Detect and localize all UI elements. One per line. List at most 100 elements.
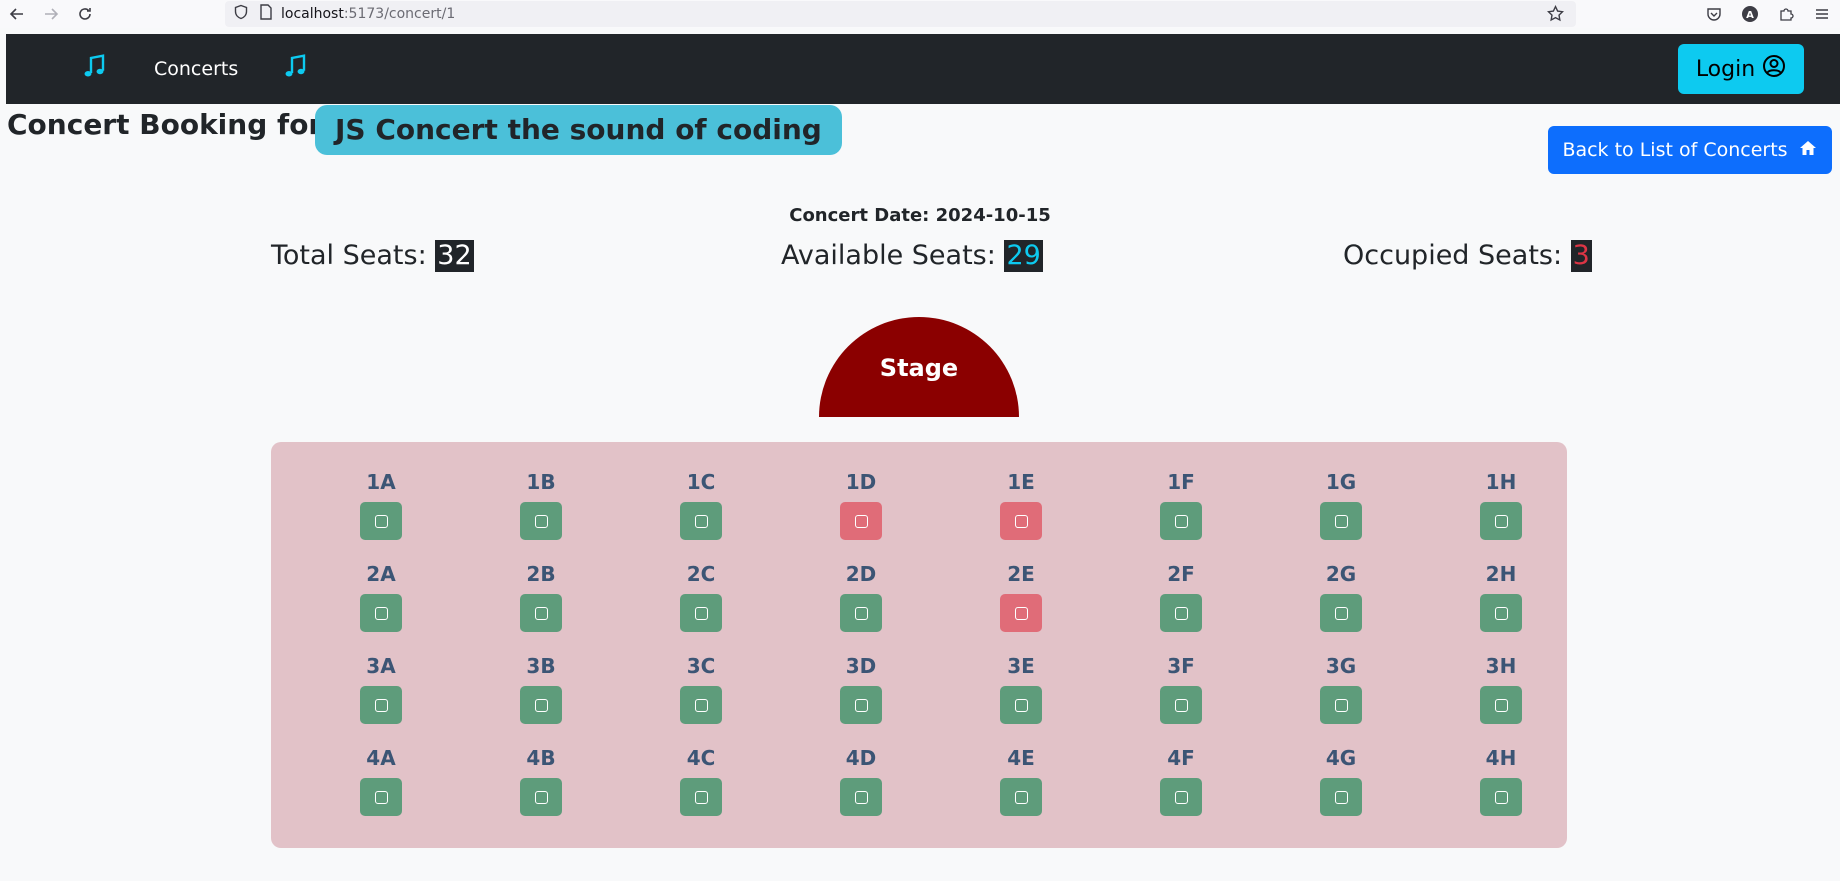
available-seats-label: Available Seats: bbox=[781, 240, 996, 271]
address-bar[interactable]: localhost:5173/concert/1 bbox=[225, 1, 1576, 27]
occupied-seat-button[interactable] bbox=[1000, 594, 1042, 632]
seat-2c: 2C bbox=[621, 560, 781, 652]
available-seat-button[interactable] bbox=[680, 778, 722, 816]
music-note-icon[interactable] bbox=[82, 53, 106, 85]
menu-hamburger-icon[interactable] bbox=[1804, 0, 1840, 28]
available-seat-button[interactable] bbox=[520, 594, 562, 632]
seat-1f: 1F bbox=[1101, 468, 1261, 560]
available-seat-button[interactable] bbox=[1480, 778, 1522, 816]
login-button[interactable]: Login bbox=[1678, 44, 1804, 94]
square-icon bbox=[374, 514, 388, 528]
seat-2h: 2H bbox=[1421, 560, 1581, 652]
seat-label: 4G bbox=[1325, 746, 1357, 770]
available-seat-button[interactable] bbox=[680, 502, 722, 540]
seat-label: 3E bbox=[1007, 654, 1035, 678]
seat-label: 4H bbox=[1485, 746, 1517, 770]
square-icon bbox=[534, 514, 548, 528]
seat-label: 1E bbox=[1007, 470, 1035, 494]
seat-2e: 2E bbox=[941, 560, 1101, 652]
seat-4f: 4F bbox=[1101, 744, 1261, 836]
available-seat-button[interactable] bbox=[1320, 686, 1362, 724]
seat-label: 1H bbox=[1485, 470, 1517, 494]
url-host: localhost bbox=[281, 6, 344, 22]
seat-3g: 3G bbox=[1261, 652, 1421, 744]
square-icon bbox=[1334, 790, 1348, 804]
nav-link-concerts[interactable]: Concerts bbox=[154, 58, 238, 80]
seat-label: 1A bbox=[366, 470, 396, 494]
available-seat-button[interactable] bbox=[360, 686, 402, 724]
seat-label: 3A bbox=[366, 654, 396, 678]
seat-3e: 3E bbox=[941, 652, 1101, 744]
square-icon bbox=[694, 606, 708, 620]
seat-label: 3F bbox=[1167, 654, 1195, 678]
available-seat-button[interactable] bbox=[840, 686, 882, 724]
available-seat-button[interactable] bbox=[520, 686, 562, 724]
seat-label: 2E bbox=[1007, 562, 1035, 586]
seat-3d: 3D bbox=[781, 652, 941, 744]
back-to-concerts-button[interactable]: Back to List of Concerts bbox=[1548, 126, 1832, 174]
seat-label: 4A bbox=[366, 746, 396, 770]
seat-1g: 1G bbox=[1261, 468, 1421, 560]
seat-label: 1D bbox=[845, 470, 877, 494]
stage: Stage bbox=[819, 317, 1019, 417]
seat-1h: 1H bbox=[1421, 468, 1581, 560]
occupied-seat-button[interactable] bbox=[1000, 502, 1042, 540]
app-navbar: Concerts Login bbox=[6, 34, 1840, 104]
square-icon bbox=[1334, 606, 1348, 620]
square-icon bbox=[694, 790, 708, 804]
available-seat-button[interactable] bbox=[680, 686, 722, 724]
forward-arrow-icon[interactable] bbox=[34, 0, 68, 28]
seat-4g: 4G bbox=[1261, 744, 1421, 836]
square-icon bbox=[1014, 606, 1028, 620]
square-icon bbox=[1014, 698, 1028, 712]
pocket-icon[interactable] bbox=[1696, 0, 1732, 28]
available-seat-button[interactable] bbox=[1480, 686, 1522, 724]
available-seat-button[interactable] bbox=[680, 594, 722, 632]
available-seat-button[interactable] bbox=[520, 502, 562, 540]
reload-icon[interactable] bbox=[68, 0, 102, 28]
seat-label: 2B bbox=[526, 562, 556, 586]
square-icon bbox=[1174, 606, 1188, 620]
available-seat-button[interactable] bbox=[840, 778, 882, 816]
square-icon bbox=[374, 606, 388, 620]
seat-label: 3D bbox=[845, 654, 877, 678]
seat-label: 3G bbox=[1325, 654, 1357, 678]
seat-4a: 4A bbox=[301, 744, 461, 836]
available-seat-button[interactable] bbox=[1000, 778, 1042, 816]
available-seat-button[interactable] bbox=[1480, 502, 1522, 540]
available-seat-button[interactable] bbox=[840, 594, 882, 632]
bookmark-star-icon[interactable] bbox=[1546, 4, 1565, 26]
occupied-seat-button[interactable] bbox=[840, 502, 882, 540]
available-seat-button[interactable] bbox=[1160, 594, 1202, 632]
stage-label: Stage bbox=[879, 354, 959, 382]
back-arrow-icon[interactable] bbox=[0, 0, 34, 28]
account-avatar-icon[interactable]: A bbox=[1732, 0, 1768, 28]
seat-3b: 3B bbox=[461, 652, 621, 744]
available-seat-button[interactable] bbox=[360, 778, 402, 816]
seat-4d: 4D bbox=[781, 744, 941, 836]
available-seat-button[interactable] bbox=[1320, 778, 1362, 816]
available-seat-button[interactable] bbox=[1160, 502, 1202, 540]
available-seat-button[interactable] bbox=[1160, 778, 1202, 816]
available-seat-button[interactable] bbox=[360, 502, 402, 540]
available-seat-button[interactable] bbox=[1480, 594, 1522, 632]
seat-label: 1C bbox=[686, 470, 716, 494]
available-seats-value: 29 bbox=[1004, 240, 1043, 272]
available-seat-button[interactable] bbox=[1320, 594, 1362, 632]
seat-3f: 3F bbox=[1101, 652, 1261, 744]
square-icon bbox=[1334, 514, 1348, 528]
square-icon bbox=[1334, 698, 1348, 712]
available-seat-button[interactable] bbox=[1160, 686, 1202, 724]
seat-map: 1A 1B 1C 1D 1E 1F 1G 1H 2A 2B 2C 2D 2E 2F 2G 2H 3A 3B 3C 3D… bbox=[271, 442, 1567, 848]
concert-date: Concert Date: 2024-10-15 bbox=[789, 205, 1051, 226]
available-seat-button[interactable] bbox=[360, 594, 402, 632]
seat-3h: 3H bbox=[1421, 652, 1581, 744]
available-seat-button[interactable] bbox=[520, 778, 562, 816]
square-icon bbox=[374, 698, 388, 712]
extensions-puzzle-icon[interactable] bbox=[1768, 0, 1804, 28]
available-seat-button[interactable] bbox=[1000, 686, 1042, 724]
available-seat-button[interactable] bbox=[1320, 502, 1362, 540]
square-icon bbox=[694, 698, 708, 712]
login-label: Login bbox=[1695, 56, 1756, 82]
square-icon bbox=[534, 790, 548, 804]
